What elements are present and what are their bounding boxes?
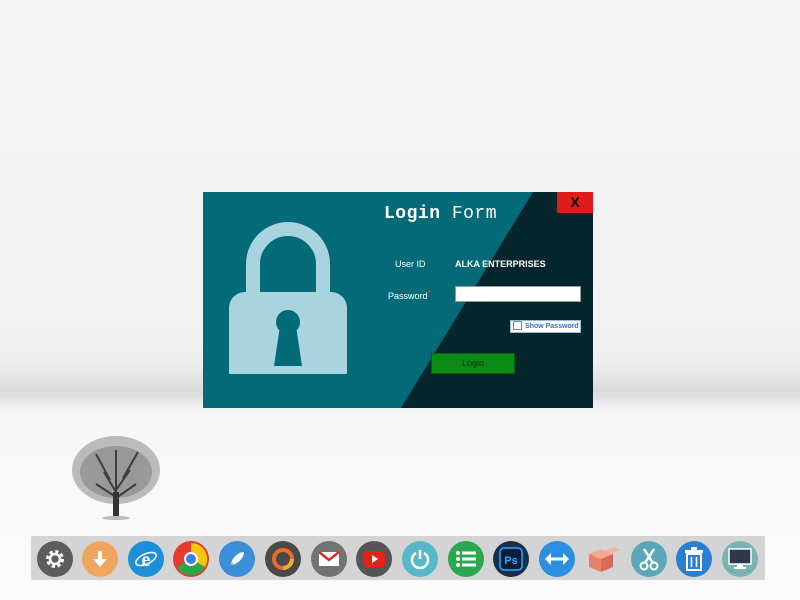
form-title: Login Form <box>384 204 497 224</box>
gear-icon[interactable] <box>37 541 73 577</box>
show-password-label: Show Password <box>525 323 579 330</box>
play-icon[interactable] <box>356 541 392 577</box>
photoshop-icon[interactable]: Ps <box>493 541 529 577</box>
form-title-word2: Form <box>451 204 498 224</box>
mail-icon[interactable] <box>311 541 347 577</box>
svg-text:Ps: Ps <box>504 555 517 567</box>
required-marker: * <box>427 288 432 298</box>
monitor-icon[interactable] <box>722 541 758 577</box>
scissors-icon[interactable] <box>631 541 667 577</box>
download-arrow-icon[interactable] <box>82 541 118 577</box>
power-icon[interactable] <box>402 541 438 577</box>
arrows-horizontal-icon[interactable] <box>539 541 575 577</box>
show-password-checkbox[interactable]: Show Password <box>510 320 581 333</box>
boxes-icon[interactable] <box>585 541 621 577</box>
user-id-label: User ID <box>395 259 426 269</box>
dock-bar: e Ps <box>31 536 765 580</box>
padlock-icon <box>229 222 347 374</box>
login-button[interactable]: Login <box>431 353 515 374</box>
rocket-icon[interactable] <box>219 541 255 577</box>
login-window: X Login Form User ID ALKA ENTERPRISES Pa… <box>203 192 593 408</box>
form-title-word1: Login <box>384 204 441 224</box>
bare-tree-image <box>72 436 160 520</box>
list-icon[interactable] <box>448 541 484 577</box>
checkbox-box[interactable] <box>513 321 522 331</box>
c-ring-icon[interactable] <box>265 541 301 577</box>
trash-icon[interactable] <box>676 541 712 577</box>
user-id-value: ALKA ENTERPRISES <box>455 259 546 269</box>
password-label-text: Password <box>388 291 428 301</box>
password-label: Password* <box>388 288 432 301</box>
password-input[interactable] <box>455 286 581 302</box>
chrome-icon[interactable] <box>173 541 209 577</box>
ie-icon[interactable]: e <box>128 541 164 577</box>
close-button[interactable]: X <box>557 192 593 213</box>
